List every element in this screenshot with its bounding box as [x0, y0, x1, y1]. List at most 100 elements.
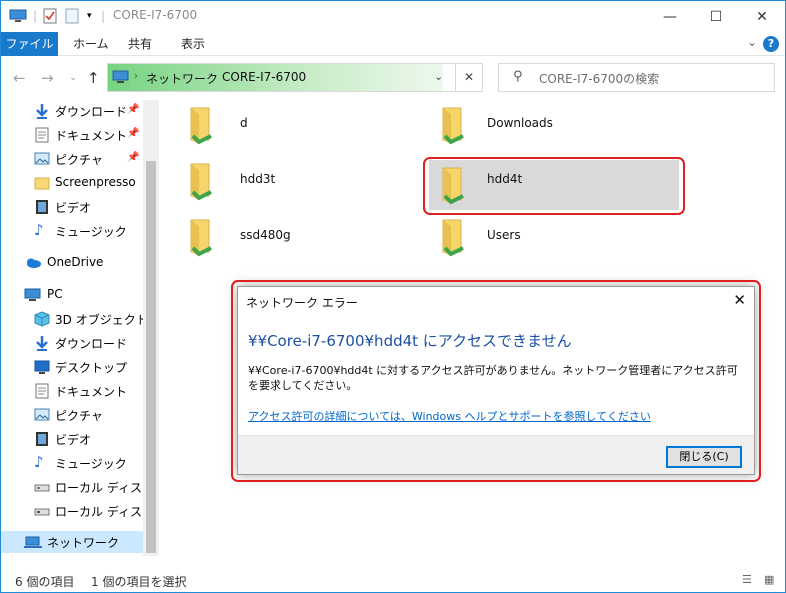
- computer-icon: [9, 7, 27, 25]
- divider: |: [33, 9, 38, 23]
- sidebar-item-label: ネットワーク: [47, 536, 120, 550]
- drive-icon: [34, 503, 50, 519]
- recent-locations-icon[interactable]: ⌄: [69, 72, 77, 83]
- sidebar-item-label: ミュージック: [55, 457, 127, 471]
- customize-toolbar-icon[interactable]: ▾: [87, 7, 92, 25]
- folder-label: Users: [487, 228, 521, 242]
- address-dropdown-icon[interactable]: ⌄: [434, 70, 443, 83]
- breadcrumb-computer[interactable]: CORE-I7-6700: [222, 70, 306, 84]
- sidebar-item-label: ローカル ディスク (D: [55, 505, 143, 519]
- video-icon: [34, 431, 50, 447]
- new-folder-icon[interactable]: [65, 7, 79, 25]
- properties-icon[interactable]: [43, 7, 57, 25]
- details-view-icon[interactable]: ☰: [742, 573, 752, 586]
- tab-share[interactable]: 共有: [116, 32, 164, 56]
- music-note-icon: ♪: [34, 453, 44, 471]
- sidebar-item-desktop[interactable]: デスクトップ: [1, 356, 143, 378]
- sidebar-item-network[interactable]: ネットワーク: [1, 531, 143, 553]
- sidebar-item-documents[interactable]: ドキュメント 📌: [1, 124, 143, 146]
- picture-icon: [34, 151, 50, 167]
- pin-icon: 📌: [127, 104, 140, 115]
- pc-icon: [24, 287, 41, 303]
- sidebar-item-label: デスクトップ: [55, 361, 128, 375]
- folder-icon: [34, 175, 50, 191]
- folder-item[interactable]: d: [165, 100, 415, 150]
- stop-icon[interactable]: ✕: [455, 64, 482, 91]
- sidebar-item-label: Screenpresso: [55, 175, 136, 189]
- up-arrow-icon[interactable]: ↑: [87, 69, 100, 87]
- sidebar-item-drive-c[interactable]: ローカル ディスク (C: [1, 476, 143, 498]
- tab-view[interactable]: 表示: [169, 32, 217, 56]
- shared-folder-icon: [187, 218, 215, 258]
- close-icon[interactable]: ✕: [739, 1, 785, 32]
- download-arrow-icon: [34, 103, 50, 119]
- search-input[interactable]: ⚲ CORE-I7-6700の検索: [498, 63, 775, 92]
- address-bar[interactable]: › ネットワーク › CORE-I7-6700 ⌄ ✕: [107, 63, 483, 92]
- help-icon[interactable]: ?: [763, 36, 779, 52]
- pin-icon: 📌: [127, 152, 140, 163]
- sidebar-item-label: ビデオ: [55, 433, 92, 447]
- shared-folder-icon: [187, 162, 215, 202]
- sidebar-item-label: ビデオ: [55, 201, 92, 215]
- sidebar-item-3d-objects[interactable]: 3D オブジェクト: [1, 308, 143, 330]
- folder-label: d: [240, 116, 248, 130]
- sidebar-item-label: ミュージック: [55, 225, 127, 239]
- sidebar-item-onedrive[interactable]: OneDrive: [1, 252, 143, 274]
- shared-folder-icon: [439, 218, 467, 258]
- large-icons-view-icon[interactable]: ▦: [764, 573, 774, 586]
- cube-icon: [34, 311, 50, 327]
- network-icon: [24, 534, 42, 550]
- folder-item[interactable]: ssd480g: [165, 212, 415, 262]
- sidebar-item-pictures[interactable]: ピクチャ 📌: [1, 148, 143, 170]
- sidebar-item-videos[interactable]: ビデオ: [1, 196, 143, 218]
- sidebar-item-label: PC: [47, 287, 63, 301]
- pin-icon: 📌: [127, 128, 140, 139]
- folder-label: hdd3t: [240, 172, 276, 186]
- drive-icon: [34, 479, 50, 495]
- download-arrow-icon: [34, 335, 50, 351]
- explorer-window: | ▾ | CORE-I7-6700 — ☐ ✕ ファイル ホーム 共有 表示 …: [0, 0, 786, 593]
- sidebar-item-pc[interactable]: PC: [1, 284, 143, 306]
- sidebar-item-music-pc[interactable]: ♪ ミュージック: [1, 452, 143, 474]
- shared-folder-icon: [187, 106, 215, 146]
- maximize-icon[interactable]: ☐: [693, 1, 739, 32]
- sidebar-item-pictures-pc[interactable]: ピクチャ: [1, 404, 143, 426]
- sidebar-item-label: OneDrive: [47, 255, 104, 269]
- sidebar-item-label: ローカル ディスク (C: [55, 481, 143, 495]
- sidebar-item-documents-pc[interactable]: ドキュメント: [1, 380, 143, 402]
- minimize-icon[interactable]: —: [647, 1, 693, 32]
- sidebar-item-label: ダウンロード: [55, 105, 128, 119]
- breadcrumb-separator: ›: [134, 71, 138, 82]
- sidebar-item-videos-pc[interactable]: ビデオ: [1, 428, 143, 450]
- sidebar-scroll-thumb[interactable]: [146, 161, 156, 553]
- network-icon: [112, 69, 130, 88]
- document-icon: [34, 127, 50, 143]
- folder-item[interactable]: Downloads: [417, 100, 667, 150]
- folder-label: Downloads: [487, 116, 553, 130]
- folder-item[interactable]: Users: [417, 212, 667, 262]
- item-count: 6 個の項目: [15, 575, 75, 589]
- folder-label: ssd480g: [240, 228, 291, 242]
- search-icon: ⚲: [513, 69, 523, 84]
- breadcrumb-separator: ›: [208, 71, 212, 82]
- sidebar-item-downloads-pc[interactable]: ダウンロード: [1, 332, 143, 354]
- ribbon-expand-icon[interactable]: ⌄: [747, 35, 757, 49]
- sidebar-item-label: ピクチャ: [55, 409, 103, 423]
- tab-file[interactable]: ファイル: [1, 32, 58, 56]
- sidebar-item-label: ピクチャ: [55, 153, 103, 167]
- shared-folder-icon: [439, 106, 467, 146]
- sidebar-item-music[interactable]: ♪ ミュージック: [1, 220, 143, 242]
- sidebar-item-drive-d[interactable]: ローカル ディスク (D: [1, 500, 143, 522]
- sidebar-item-screenpresso[interactable]: Screenpresso: [1, 172, 143, 194]
- sidebar-item-downloads[interactable]: ダウンロード 📌: [1, 100, 143, 122]
- search-placeholder: CORE-I7-6700の検索: [539, 72, 660, 86]
- forward-arrow-icon[interactable]: →: [41, 69, 54, 87]
- selected-count: 1 個の項目を選択: [91, 575, 187, 589]
- highlight-box: [423, 157, 685, 215]
- window-title: CORE-I7-6700: [113, 8, 198, 22]
- tab-home[interactable]: ホーム: [61, 32, 121, 56]
- title-bar: | ▾ | CORE-I7-6700 — ☐ ✕: [1, 1, 785, 32]
- folder-item[interactable]: hdd3t: [165, 156, 415, 206]
- highlight-box: [231, 280, 761, 482]
- back-arrow-icon[interactable]: ←: [13, 69, 26, 87]
